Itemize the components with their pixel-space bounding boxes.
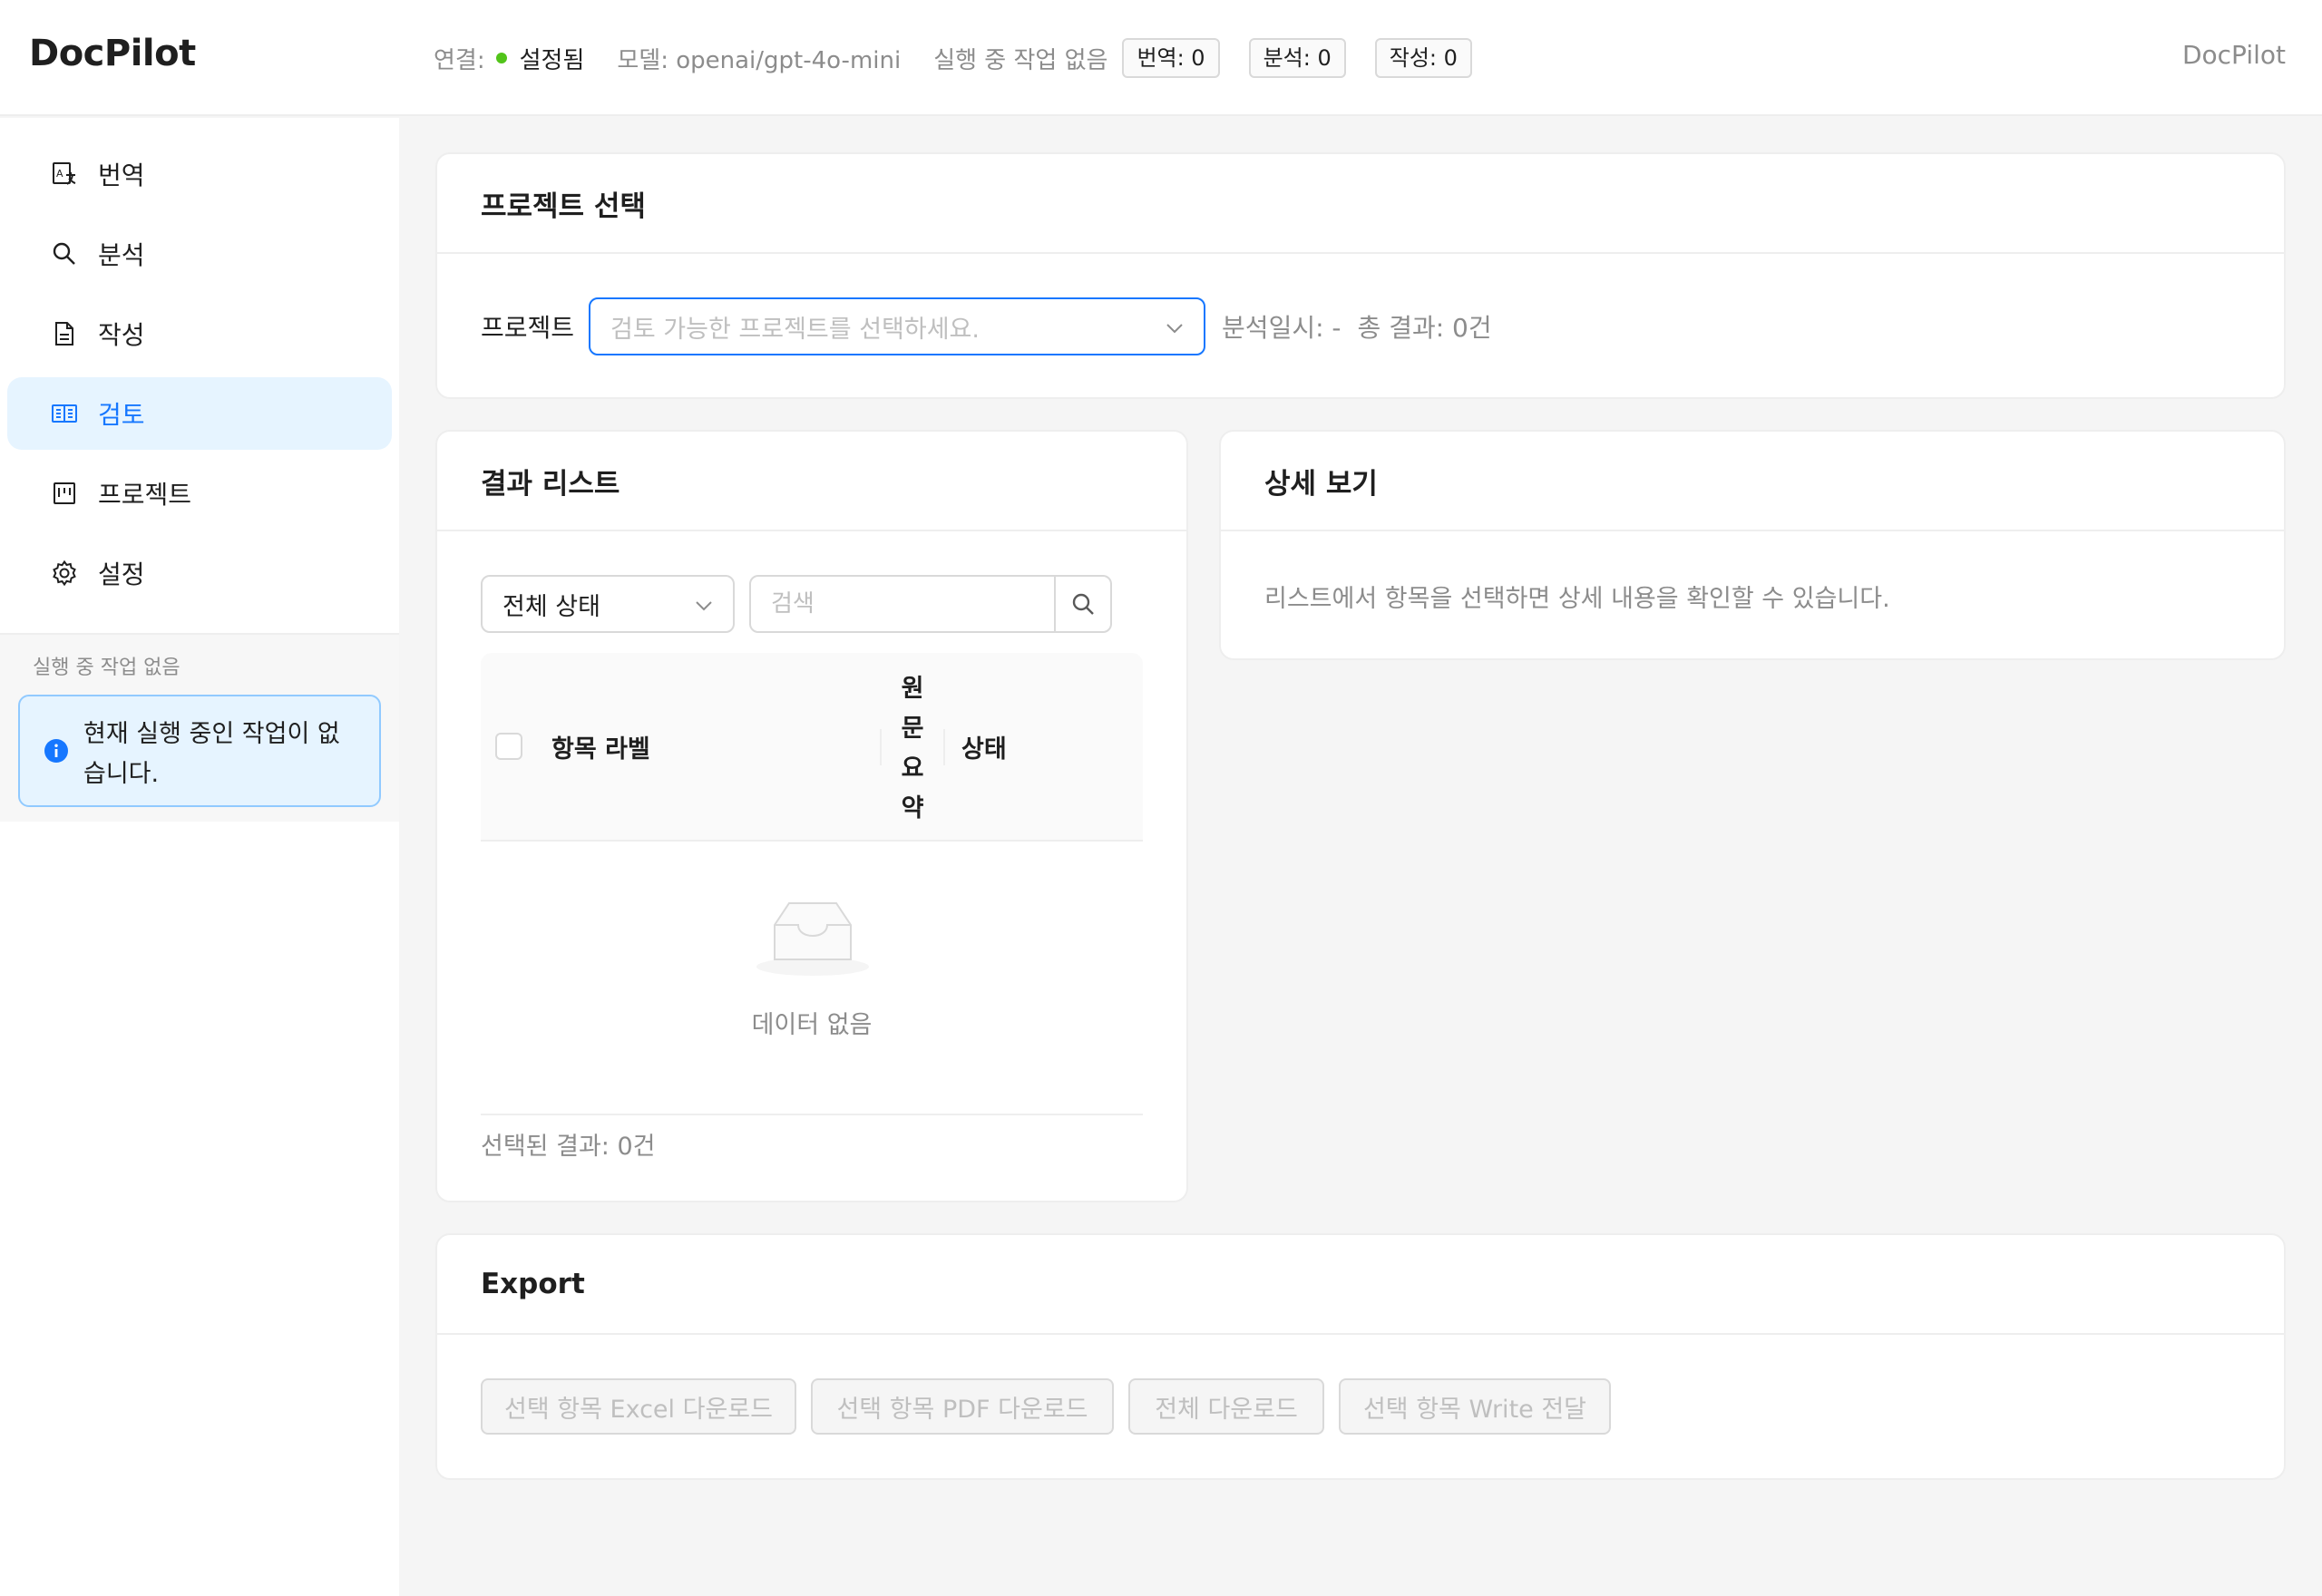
sidebar-item-label: 작성 — [98, 320, 145, 350]
connection-label: 연결: — [434, 46, 485, 74]
column-header-original-summary: 원문요약 — [901, 675, 924, 822]
sidebar-item-label: 번역 — [98, 161, 145, 190]
info-icon — [44, 739, 68, 763]
project-select[interactable]: 검토 가능한 프로젝트를 선택하세요. — [589, 297, 1206, 355]
connection-status-dot-icon — [495, 53, 507, 63]
status-bar: 연결: 설정됨 모델: openai/gpt-4o-mini 실행 중 작업 없… — [434, 36, 1501, 80]
running-jobs-heading: 실행 중 작업 없음 — [33, 657, 180, 679]
connection-value: 설정됨 — [519, 46, 585, 74]
alert-text: 현재 실행 중인 작업이 없습니다. — [83, 720, 340, 788]
chevron-down-icon — [696, 601, 712, 611]
chevron-down-icon — [1166, 324, 1183, 334]
no-running-jobs-alert: 현재 실행 중인 작업이 없습니다. — [18, 695, 381, 807]
column-header-label: 항목 라벨 — [551, 735, 650, 764]
header-brand: DocPilot — [2181, 40, 2286, 70]
results-table-header: 항목 라벨 원문요약 상태 — [481, 653, 1143, 842]
project-select-card: 프로젝트 선택 프로젝트 검토 가능한 프로젝트를 선택하세요. 분석일시: -… — [435, 152, 2286, 399]
select-all-checkbox[interactable] — [495, 733, 522, 760]
search-icon — [51, 240, 78, 268]
sidebar-item-project[interactable]: 프로젝트 — [7, 457, 392, 530]
project-field-label: 프로젝트 — [481, 313, 575, 343]
search-box — [749, 575, 1112, 633]
project-select-placeholder: 검토 가능한 프로젝트를 선택하세요. — [610, 315, 980, 344]
card-title: 프로젝트 선택 — [437, 154, 2284, 254]
search-input[interactable] — [751, 577, 1050, 631]
sidebar-running-panel: 실행 중 작업 없음 현재 실행 중인 작업이 없습니다. — [0, 635, 399, 822]
export-card: Export 선택 항목 Excel 다운로드 선택 항목 PDF 다운로드 전… — [435, 1233, 2286, 1480]
document-icon — [51, 320, 78, 347]
gear-icon — [51, 560, 78, 587]
book-icon — [51, 400, 78, 427]
sidebar: A 번역 분석 작성 검토 프로젝트 설정 실행 중 작업 없음 현재 실행 중… — [0, 118, 399, 1596]
model-label: 모델: openai/gpt-4o-mini — [617, 46, 902, 74]
sidebar-item-label: 프로젝트 — [98, 480, 192, 510]
sidebar-item-write[interactable]: 작성 — [7, 297, 392, 370]
export-selected-excel-button[interactable]: 선택 항목 Excel 다운로드 — [481, 1378, 796, 1435]
translate-icon: A — [51, 161, 78, 188]
analysis-date: 분석일시: - — [1222, 313, 1341, 343]
sidebar-item-review[interactable]: 검토 — [7, 377, 392, 450]
detail-hint-text: 리스트에서 항목을 선택하면 상세 내용을 확인할 수 있습니다. — [1264, 585, 1890, 613]
svg-text:A: A — [56, 168, 63, 180]
detail-view-card: 상세 보기 리스트에서 항목을 선택하면 상세 내용을 확인할 수 있습니다. — [1219, 430, 2286, 660]
card-title: 상세 보기 — [1221, 432, 2284, 531]
sidebar-item-label: 설정 — [98, 560, 145, 589]
app-root: DocPilot 연결: 설정됨 모델: openai/gpt-4o-mini … — [0, 0, 2322, 1596]
column-divider — [943, 729, 945, 765]
column-header-status: 상태 — [961, 735, 1007, 764]
card-title: 결과 리스트 — [437, 432, 1186, 531]
translate-count-tag: 번역: 0 — [1122, 38, 1220, 78]
empty-state-text: 데이터 없음 — [751, 1011, 873, 1039]
project-field-row: 프로젝트 검토 가능한 프로젝트를 선택하세요. 분석일시: - 총 결과: 0… — [481, 297, 1492, 355]
status-filter-select[interactable]: 전체 상태 — [481, 575, 735, 633]
results-list-card: 결과 리스트 전체 상태 항목 라벨 원문요약 상태 데이터 없음 — [435, 430, 1188, 1202]
sidebar-item-settings[interactable]: 설정 — [7, 537, 392, 609]
total-results: 총 결과: 0건 — [1357, 313, 1492, 343]
write-count-tag: 작성: 0 — [1374, 38, 1472, 78]
card-title: Export — [437, 1235, 2284, 1335]
sidebar-item-translate[interactable]: A 번역 — [7, 138, 392, 210]
export-selected-pdf-button[interactable]: 선택 항목 PDF 다운로드 — [811, 1378, 1114, 1435]
top-header: DocPilot 연결: 설정됨 모델: openai/gpt-4o-mini … — [0, 0, 2322, 116]
search-button[interactable] — [1054, 577, 1110, 631]
sidebar-item-analysis[interactable]: 분석 — [7, 218, 392, 290]
export-all-button[interactable]: 전체 다운로드 — [1128, 1378, 1324, 1435]
column-divider — [880, 729, 882, 765]
selected-results-count: 선택된 결과: 0건 — [481, 1133, 656, 1161]
app-logo: DocPilot — [29, 33, 196, 74]
empty-state: 데이터 없음 — [481, 842, 1143, 1086]
list-footer-divider — [481, 1114, 1143, 1115]
sidebar-item-label: 검토 — [98, 400, 145, 430]
running-jobs-label: 실행 중 작업 없음 — [933, 46, 1108, 74]
empty-inbox-icon — [756, 902, 869, 976]
search-icon — [1072, 593, 1094, 615]
status-filter-value: 전체 상태 — [502, 592, 600, 621]
sidebar-item-label: 분석 — [98, 240, 145, 270]
send-to-write-button[interactable]: 선택 항목 Write 전달 — [1339, 1378, 1611, 1435]
analysis-count-tag: 분석: 0 — [1248, 38, 1346, 78]
project-icon — [51, 480, 78, 507]
